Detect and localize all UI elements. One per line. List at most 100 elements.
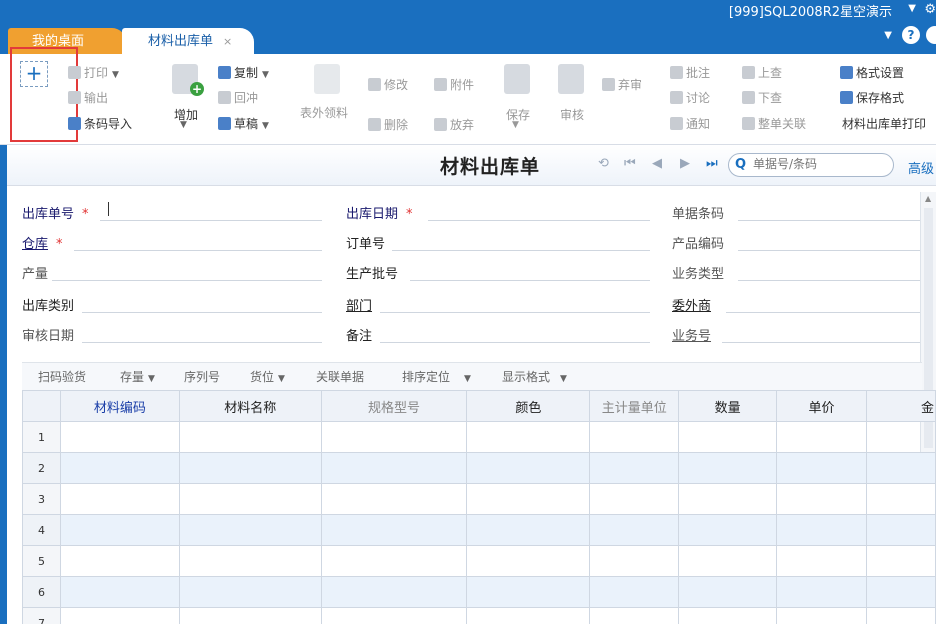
col-unit[interactable]: 主计量单位 — [589, 390, 680, 422]
col-amount[interactable]: 金 — [866, 390, 936, 422]
table-cell[interactable] — [678, 514, 778, 546]
table-cell[interactable] — [866, 607, 936, 624]
field-department-input[interactable] — [380, 312, 650, 313]
stock-button[interactable]: 存量 ▼ — [120, 368, 155, 385]
attach-button[interactable]: 附件 — [434, 76, 474, 93]
field-order-no-input[interactable] — [392, 250, 650, 251]
table-cell[interactable] — [59, 607, 180, 624]
serial-button[interactable]: 序列号 — [184, 368, 220, 385]
table-cell[interactable] — [776, 483, 867, 515]
table-cell[interactable] — [466, 576, 591, 608]
table-cell[interactable] — [776, 545, 867, 577]
new-button[interactable]: + — [20, 61, 48, 87]
refresh-icon[interactable]: ⟲ — [598, 156, 609, 171]
reject-audit-button[interactable]: 弃审 — [602, 76, 642, 93]
table-cell[interactable] — [776, 421, 867, 453]
table-cell[interactable] — [866, 514, 936, 546]
col-spec[interactable]: 规格型号 — [320, 390, 468, 422]
next-icon[interactable]: ▶ — [680, 156, 690, 171]
audit-button[interactable]: 审核 — [560, 106, 584, 123]
table-cell[interactable] — [466, 514, 591, 546]
field-remark-input[interactable] — [380, 342, 650, 343]
field-out-category-input[interactable] — [82, 312, 322, 313]
draft-button[interactable]: 草稿 ▼ — [218, 115, 269, 132]
sort-locate-button[interactable]: 排序定位 ▼ — [402, 368, 471, 385]
table-row[interactable]: 5 — [22, 545, 936, 577]
table-row[interactable]: 7 — [22, 607, 936, 624]
delete-button[interactable]: 删除 — [368, 116, 408, 133]
chevron-down-icon[interactable]: ▼ — [512, 120, 519, 130]
table-cell[interactable] — [178, 452, 322, 484]
display-format-button[interactable]: 显示格式 ▼ — [502, 368, 567, 385]
search-input[interactable] — [751, 156, 885, 172]
field-product-code-input[interactable] — [738, 250, 920, 251]
table-cell[interactable] — [320, 483, 468, 515]
field-batch-no-input[interactable] — [410, 280, 650, 281]
prev-icon[interactable]: ◀ — [652, 156, 662, 171]
table-cell[interactable] — [589, 483, 680, 515]
col-price[interactable]: 单价 — [776, 390, 867, 422]
whole-link-button[interactable]: 整单关联 — [742, 115, 806, 132]
user-icon[interactable] — [926, 26, 936, 44]
help-icon[interactable]: ? — [902, 26, 920, 44]
table-cell[interactable] — [589, 545, 680, 577]
table-row[interactable]: 6 — [22, 576, 936, 608]
table-cell[interactable] — [320, 607, 468, 624]
table-cell[interactable] — [866, 483, 936, 515]
table-cell[interactable] — [178, 421, 322, 453]
search-icon[interactable]: Q — [735, 157, 746, 172]
scroll-up-icon[interactable]: ▲ — [925, 194, 931, 203]
field-biz-type-input[interactable] — [738, 280, 920, 281]
table-row[interactable]: 4 — [22, 514, 936, 546]
col-material-code[interactable]: 材料编码 — [59, 390, 180, 422]
table-cell[interactable] — [678, 452, 778, 484]
table-cell[interactable] — [178, 483, 322, 515]
table-row[interactable]: 3 — [22, 483, 936, 515]
discuss-button[interactable]: 讨论 — [670, 89, 710, 106]
table-cell[interactable] — [320, 576, 468, 608]
scan-check-button[interactable]: 扫码验货 — [38, 368, 86, 385]
table-cell[interactable] — [320, 545, 468, 577]
outside-pick-button[interactable]: 表外领料 — [300, 104, 348, 121]
table-cell[interactable] — [466, 607, 591, 624]
field-subcontractor-input[interactable] — [726, 312, 920, 313]
table-cell[interactable] — [466, 421, 591, 453]
table-cell[interactable] — [59, 576, 180, 608]
table-cell[interactable] — [59, 483, 180, 515]
copy-button[interactable]: 复制 ▼ — [218, 64, 269, 81]
gear-icon[interactable]: ⚙ — [924, 2, 936, 17]
table-cell[interactable] — [678, 545, 778, 577]
table-cell[interactable] — [866, 545, 936, 577]
prev-check-button[interactable]: 上查 — [742, 64, 782, 81]
field-out-date-input[interactable] — [428, 220, 650, 221]
field-warehouse-input[interactable] — [74, 250, 322, 251]
field-department-label[interactable]: 部门 — [346, 295, 372, 314]
field-subcontractor-label[interactable]: 委外商 — [672, 295, 711, 314]
table-cell[interactable] — [466, 452, 591, 484]
field-biz-no-label[interactable]: 业务号 — [672, 325, 711, 344]
export-button[interactable]: 输出 — [68, 89, 108, 106]
chevron-down-icon[interactable]: ▼ — [180, 120, 187, 130]
table-cell[interactable] — [59, 545, 180, 577]
table-cell[interactable] — [776, 607, 867, 624]
print-doc-button[interactable]: 材料出库单打印 — [842, 115, 926, 132]
table-cell[interactable] — [678, 576, 778, 608]
table-cell[interactable] — [320, 514, 468, 546]
notify-button[interactable]: 通知 — [670, 115, 710, 132]
link-doc-button[interactable]: 关联单据 — [316, 368, 364, 385]
table-cell[interactable] — [776, 514, 867, 546]
table-row[interactable]: 1 — [22, 421, 936, 453]
print-button[interactable]: 打印 ▼ — [68, 64, 119, 81]
chevron-down-icon[interactable]: ▼ — [884, 30, 892, 41]
reverse-button[interactable]: 回冲 — [218, 89, 258, 106]
col-color[interactable]: 颜色 — [466, 390, 591, 422]
next-check-button[interactable]: 下查 — [742, 89, 782, 106]
table-cell[interactable] — [866, 452, 936, 484]
table-cell[interactable] — [589, 576, 680, 608]
table-cell[interactable] — [776, 452, 867, 484]
col-material-name[interactable]: 材料名称 — [178, 390, 322, 422]
abandon-button[interactable]: 放弃 — [434, 116, 474, 133]
barcode-import-button[interactable]: 条码导入 — [68, 115, 132, 132]
last-icon[interactable]: ⏭ — [706, 156, 718, 171]
table-row[interactable]: 2 — [22, 452, 936, 484]
